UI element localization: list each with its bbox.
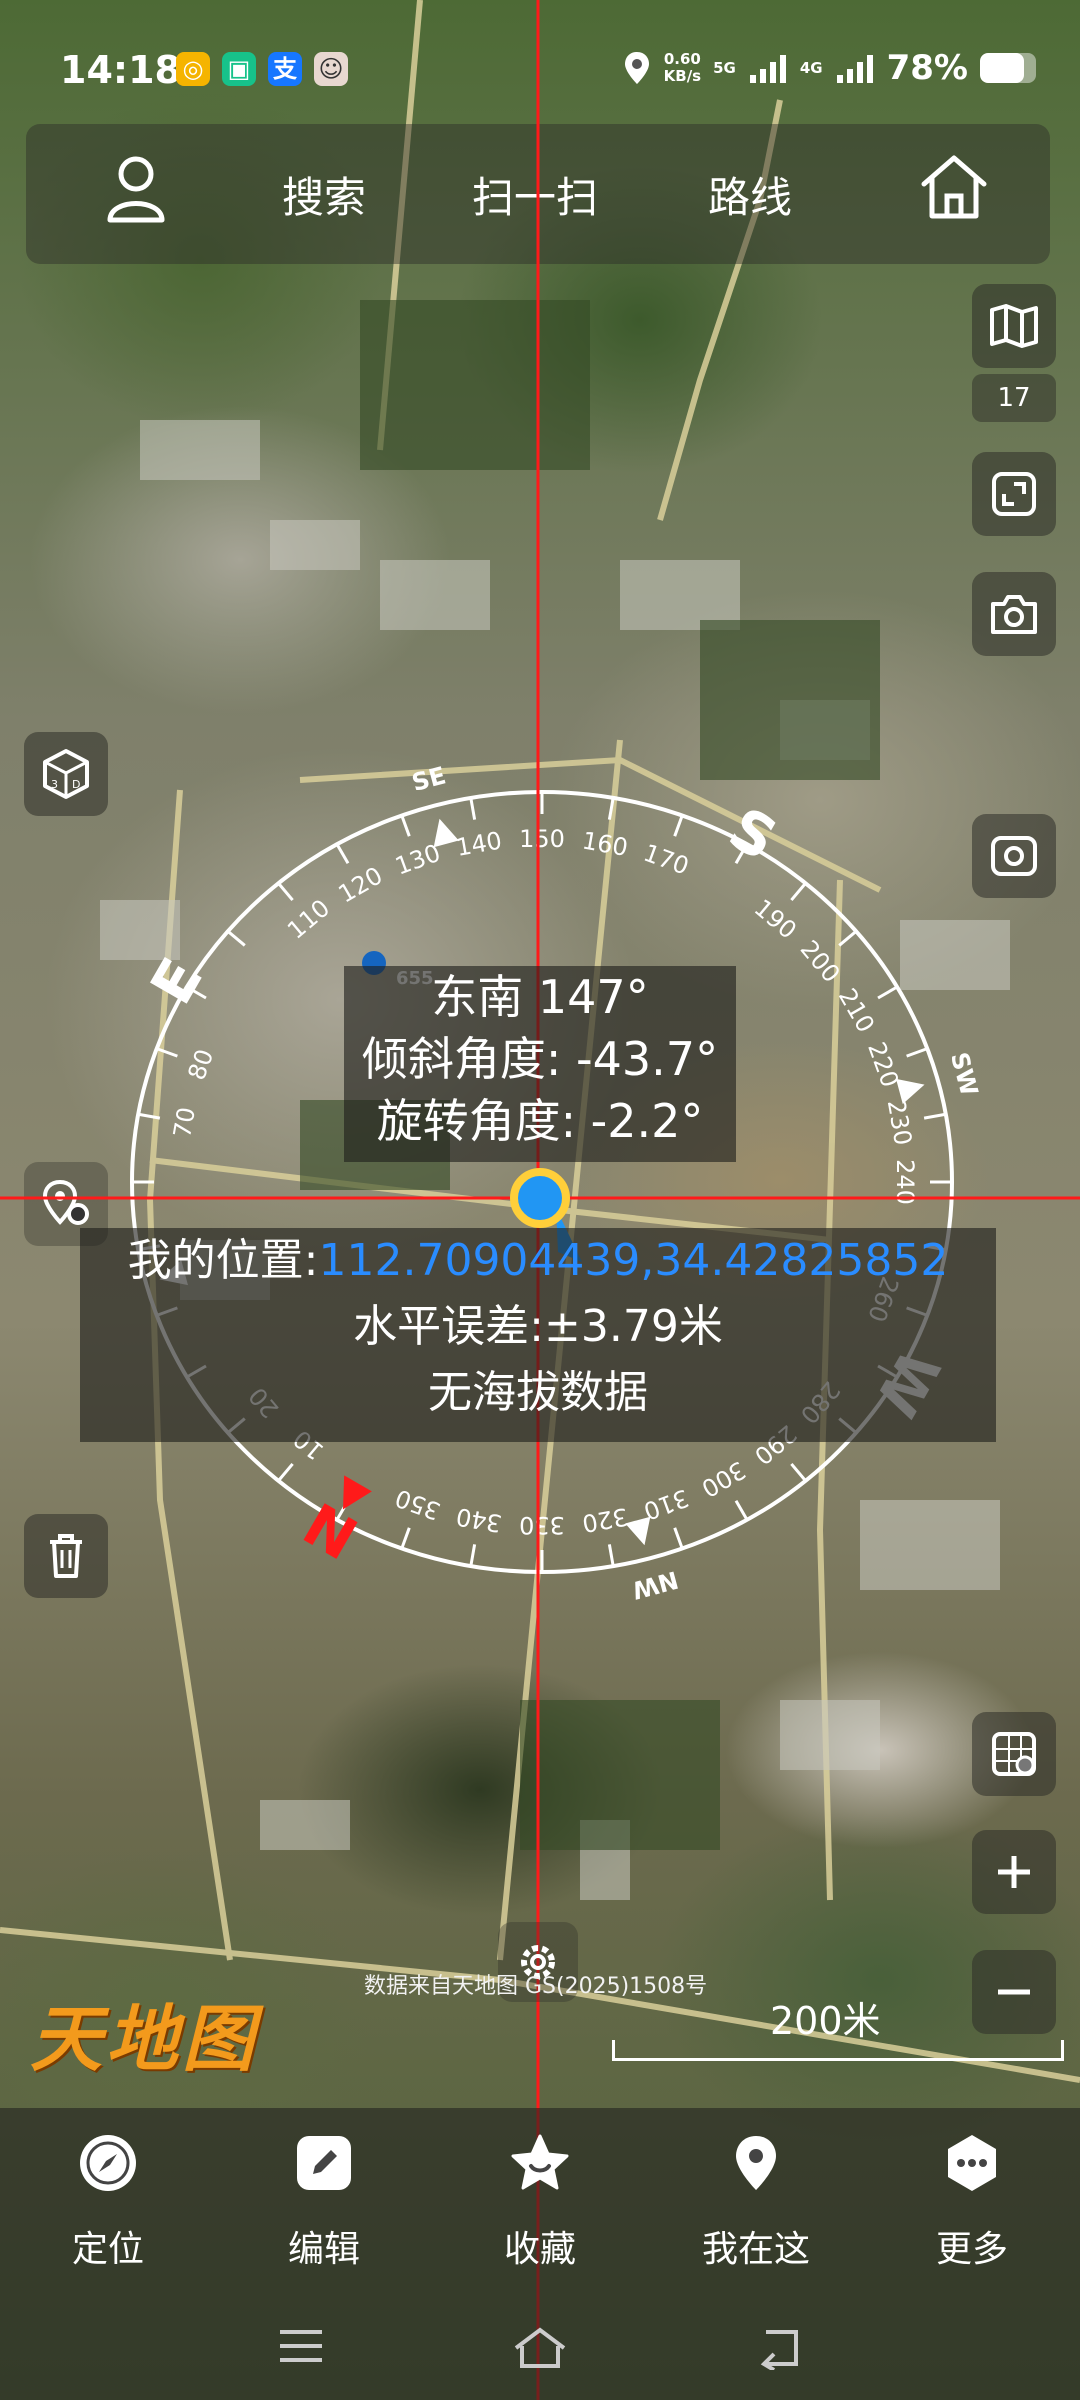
location-info-panel: 我的位置:112.70904439,34.42825852 水平误差:±3.79… [80,1228,996,1442]
camera-icon [991,595,1037,634]
minus-icon [998,1989,1030,1995]
rotation-text: 旋转角度: -2.2° [376,1094,704,1148]
i-am-here-button[interactable]: 我在这 [676,2132,836,2272]
location-pin-icon [736,2136,776,2190]
battery-percent: 78% [886,48,968,88]
favorites-button[interactable]: 收藏 [460,2132,620,2272]
edit-icon [297,2136,351,2190]
3d-view-button[interactable]: 3D [24,732,108,816]
route-button[interactable]: 路线 [708,164,792,225]
net-speed: 0.60 KB/s [663,50,702,85]
scan-button[interactable]: 扫一扫 [472,164,598,225]
heading-text: 东南 147° [431,970,649,1024]
favorites-label: 收藏 [503,2229,576,2270]
svg-text:D: D [72,778,80,791]
locate-label: 定位 [71,2229,144,2270]
horizontal-error-text: 水平误差:±3.79米 [353,1301,723,1352]
menu-icon[interactable] [276,2326,326,2366]
more-icon [948,2135,996,2191]
location-status-icon [624,52,649,84]
map-layers-button[interactable] [972,284,1056,368]
locate-button[interactable]: 定位 [28,2132,188,2272]
tianditu-logo: 天地图 [30,1996,259,2081]
scale-label: 200米 [770,1999,881,2043]
bottom-action-bar: 定位 编辑 收藏 我在这 更多 [0,2108,1080,2298]
compass-icon [80,2135,136,2191]
green-app-icon: ▣ [222,52,256,86]
zoom-out-button[interactable] [972,1950,1056,2034]
altitude-text: 无海拔数据 [428,1367,648,1418]
camera-button[interactable] [972,572,1056,656]
plus-icon [998,1856,1030,1888]
search-button[interactable]: 搜索 [282,164,366,225]
fullscreen-button[interactable] [972,452,1056,536]
map-grid-icon [992,1732,1036,1776]
map-attribution: 数据来自天地图 GS(2025)1508号 [364,1974,708,1999]
zoom-in-button[interactable] [972,1830,1056,1914]
more-label: 更多 [935,2229,1008,2270]
location-gear-icon [42,1179,89,1225]
net-type-4g: 4G [799,59,823,77]
tilt-text: 倾斜角度: -43.7° [361,1032,719,1086]
zoom-level: 17 [972,374,1056,422]
avatar-icon: ☺ [314,52,348,86]
i-am-here-label: 我在这 [701,2229,810,2270]
screen-capture-icon [991,836,1037,876]
status-time: 14:18 [60,48,181,92]
trash-icon [50,1534,82,1578]
signal-icon [749,55,786,83]
top-bar: 搜索 扫一扫 路线 [26,124,1050,264]
fullscreen-icon [992,472,1036,516]
cube-3d-icon: 3D [43,749,89,799]
edit-label: 编辑 [287,2229,360,2270]
battery-icon [980,53,1036,83]
screenshot-button[interactable] [972,814,1056,898]
system-nav-bar [0,2298,1080,2400]
user-icon[interactable] [104,154,168,224]
edit-button[interactable]: 编辑 [244,2132,404,2272]
alipay-icon: 支 [268,52,302,86]
star-icon [511,2134,569,2190]
home-icon[interactable] [916,150,992,222]
home-nav-icon[interactable] [512,2326,568,2370]
coordinates-text[interactable]: 112.70904439,34.42825852 [318,1235,948,1286]
net-type-5g: 5G [713,59,736,77]
offline-map-button[interactable] [972,1712,1056,1796]
scale-bar [612,2040,1064,2061]
orientation-info-panel: 东南 147° 倾斜角度: -43.7° 旋转角度: -2.2° [344,966,736,1162]
map-screen[interactable]: 14:18 ◎ ▣ 支 ☺ 0.60 KB/s 5G 4G 78% 搜索 扫一扫 … [0,0,1080,2400]
delete-button[interactable] [24,1514,108,1598]
more-button[interactable]: 更多 [892,2132,1052,2272]
yellow-app-icon: ◎ [176,52,210,86]
svg-text:3: 3 [51,778,58,791]
signal-icon-2 [836,55,873,83]
map-layers-icon [990,304,1038,348]
status-bar: 14:18 ◎ ▣ 支 ☺ 0.60 KB/s 5G 4G 78% [0,40,1080,100]
back-icon[interactable] [756,2326,806,2370]
my-location-label: 我的位置: [127,1235,319,1286]
